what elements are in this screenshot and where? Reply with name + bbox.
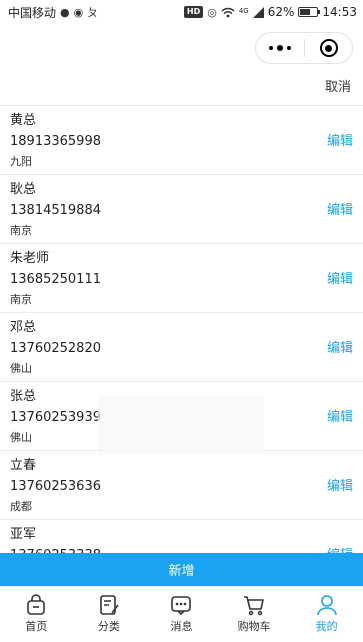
list-item: 亚军 13760253338 编辑 — [0, 520, 363, 553]
target-icon[interactable] — [305, 33, 352, 63]
tab-messages[interactable]: 消息 — [145, 587, 218, 642]
contact-city: 九阳 — [10, 155, 32, 168]
battery-percent: 62% — [267, 5, 295, 19]
list-item: 邓总 13760252820 佛山 编辑 — [0, 313, 363, 382]
list-item: 耿总 13814519884 南京 编辑 — [0, 175, 363, 244]
contact-city: 佛山 — [10, 362, 32, 375]
contact-city: 南京 — [10, 293, 32, 306]
tab-category[interactable]: 分类 — [73, 587, 146, 642]
contact-name: 立春 — [10, 458, 37, 473]
edit-button[interactable]: 编辑 — [327, 268, 353, 287]
edit-button[interactable]: 编辑 — [327, 475, 353, 494]
tab-home-label: 首页 — [25, 620, 48, 633]
contact-phone: 13760252820 — [10, 341, 101, 356]
wifi-icon — [221, 7, 235, 17]
app-notification-icon: ◉ — [73, 5, 84, 19]
more-dots-icon[interactable] — [256, 33, 304, 63]
tab-cart[interactable]: 购物车 — [218, 587, 291, 642]
cart-icon — [244, 596, 264, 616]
tab-home[interactable]: 首页 — [0, 587, 73, 642]
user-icon — [316, 595, 337, 616]
chat-bubble-icon — [171, 596, 192, 616]
edit-button[interactable]: 编辑 — [327, 337, 353, 356]
edit-button[interactable]: 编辑 — [327, 199, 353, 218]
fading-overlay — [98, 396, 264, 454]
contact-phone: 13814519884 — [10, 203, 101, 218]
contact-phone: 13760253636 — [10, 479, 101, 494]
contact-name: 朱老师 — [10, 251, 50, 266]
message-notification-icon: ● — [60, 5, 70, 19]
battery-icon — [298, 7, 321, 17]
contact-name: 亚军 — [10, 527, 37, 542]
contact-phone: 13760253338 — [10, 544, 353, 553]
edit-button[interactable]: 编辑 — [327, 544, 353, 553]
clock: 14:53 — [322, 5, 357, 19]
contact-city: 南京 — [10, 224, 32, 237]
status-right: HD ◎ 4G 62% 14:53 — [183, 5, 357, 19]
carrier-label: 中国移动 — [8, 5, 57, 20]
cancel-button[interactable]: 取消 — [325, 78, 351, 98]
status-left: 中国移动 ● ◉ ㄆ — [8, 4, 98, 21]
add-button[interactable]: 新增 — [0, 553, 363, 586]
tab-bar: 首页 分类 消息 购物车 我的 — [0, 586, 363, 642]
tab-mine-label: 我的 — [315, 620, 338, 633]
signal-icon — [252, 6, 264, 18]
list-item: 朱老师 13685250111 南京 编辑 — [0, 244, 363, 313]
notebook-icon — [100, 595, 119, 615]
list-item: 黄总 18913365998 九阳 编辑 — [0, 106, 363, 175]
miniprogram-capsule — [255, 32, 353, 64]
contact-city: 成都 — [10, 500, 32, 513]
tab-messages-label: 消息 — [170, 620, 193, 633]
contact-phone: 18913365998 — [10, 134, 101, 149]
network-type: 4G — [238, 7, 249, 15]
battery-fill — [300, 9, 311, 15]
hd-badge: HD — [183, 6, 204, 18]
list-item: 立春 13760253636 成都 编辑 — [0, 451, 363, 520]
contact-name: 邓总 — [10, 320, 37, 335]
contact-phone: 13685250111 — [10, 272, 101, 287]
tab-cart-label: 购物车 — [237, 620, 271, 633]
tab-mine[interactable]: 我的 — [290, 587, 363, 642]
action-row: 取消 — [0, 78, 363, 104]
contact-list: 黄总 18913365998 九阳 编辑 耿总 13814519884 南京 编… — [0, 105, 363, 553]
tab-category-label: 分类 — [97, 620, 120, 633]
edit-button[interactable]: 编辑 — [327, 130, 353, 149]
eye-icon: ◎ — [207, 5, 217, 19]
status-bar: 中国移动 ● ◉ ㄆ HD ◎ 4G 62% 14:53 — [0, 0, 363, 24]
bag-icon — [27, 594, 46, 615]
translate-notification-icon: ㄆ — [87, 6, 99, 19]
contact-name: 黄总 — [10, 113, 37, 128]
contact-name: 耿总 — [10, 182, 37, 197]
edit-button[interactable]: 编辑 — [327, 406, 353, 425]
